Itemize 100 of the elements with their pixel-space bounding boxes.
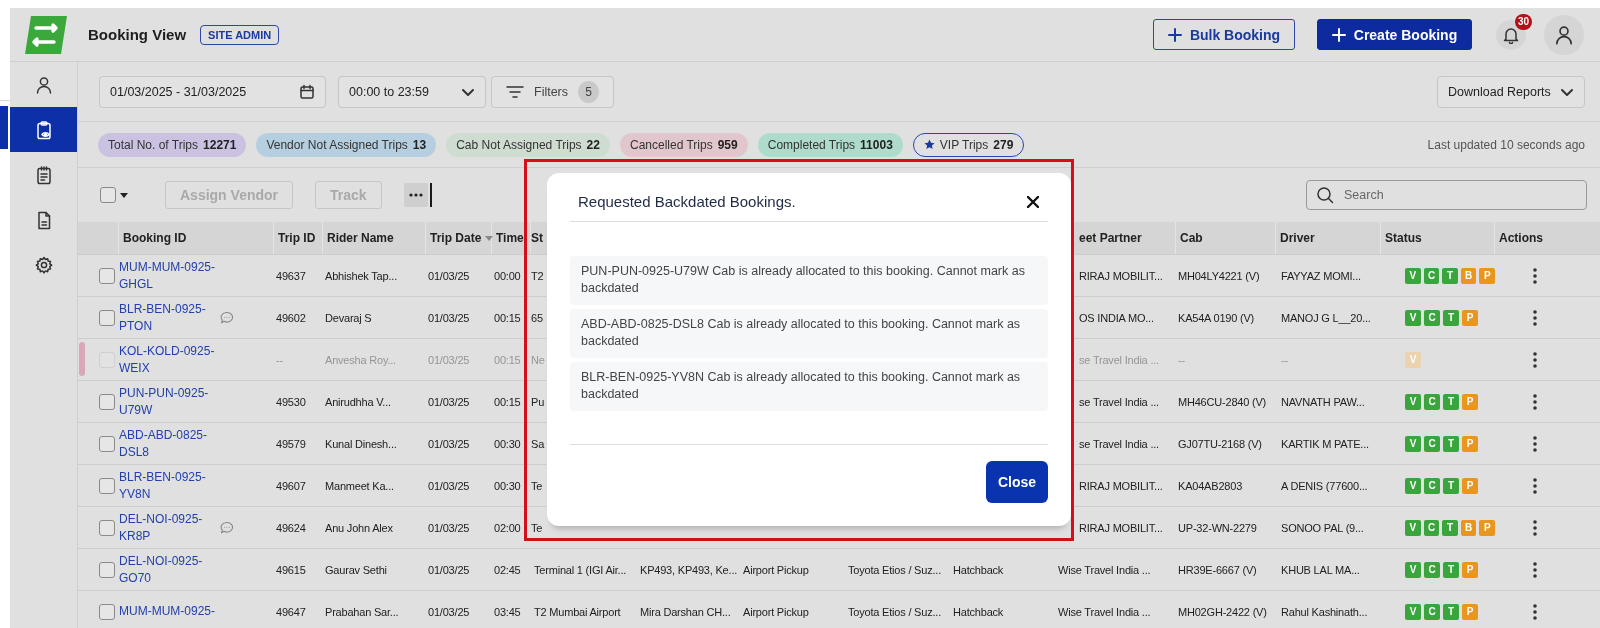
table-cell-text: UP-32-WN-2279 <box>1177 521 1258 534</box>
status-badge: T <box>1443 309 1459 326</box>
status-badge: V <box>1405 351 1421 368</box>
status-badge: C <box>1423 267 1440 284</box>
table-cell-text: Te <box>531 479 544 492</box>
sidebar-item[interactable] <box>10 107 77 152</box>
table-cell-text: MH02GH-2422 (V) <box>1177 605 1268 618</box>
table-cell-text: 49579 <box>275 437 307 450</box>
table-cell-text: Anvesha Roy... <box>324 353 397 366</box>
kebab-icon <box>1533 603 1537 620</box>
table-cell-text: Manmeet Ka... <box>324 479 395 492</box>
table-cell-text: 49637 <box>275 269 307 282</box>
date-range-field[interactable]: 01/03/2025 - 31/03/2025 <box>99 75 326 108</box>
table-cell-text: se Travel India ... <box>1078 437 1160 450</box>
stat-chip[interactable]: Total No. of Trips 12271 <box>98 132 247 157</box>
close-dialog-button[interactable]: Close <box>986 461 1048 503</box>
column-header: Trip Date <box>430 231 482 245</box>
create-booking-button[interactable]: Create Booking <box>1317 19 1472 50</box>
dialog-title: Requested Backdated Bookings. <box>578 193 796 210</box>
stat-chip[interactable]: Completed Trips 11003 <box>757 132 903 157</box>
more-button[interactable] <box>403 183 428 207</box>
table-cell-text: 01/03/25 <box>427 311 471 324</box>
kebab-icon <box>1533 435 1537 452</box>
status-badge: C <box>1424 477 1440 494</box>
select-all-checkbox[interactable] <box>100 187 116 203</box>
table-cell-text: KA04AB2803 <box>1177 479 1244 492</box>
row-checkbox[interactable] <box>99 603 115 620</box>
error-message: ABD-ABD-0825-DSL8 Cab is already allocated to this booking. Cannot mark as backdated <box>570 309 1048 358</box>
status-badge: P <box>1462 561 1478 578</box>
status-badge: T <box>1443 393 1459 410</box>
table-cell-text: 49530 <box>275 395 307 408</box>
table-cell-text: Toyota Etios / Suz... <box>847 563 942 576</box>
status-badge: T <box>1443 561 1459 578</box>
booking-link[interactable]: MUM-MUM-0925-GHGL <box>119 258 234 293</box>
notification-count: 30 <box>1514 13 1532 30</box>
filters-button[interactable]: Filters 5 <box>491 75 614 108</box>
table-cell-text: 01/03/25 <box>427 521 471 534</box>
column-header: Time <box>496 231 524 245</box>
time-range-dropdown[interactable]: 00:00 to 23:59 <box>338 75 486 108</box>
table-cell-text: 01/03/25 <box>427 437 471 450</box>
table-cell-text: FAYYAZ MOMI... <box>1280 269 1362 282</box>
search-field[interactable]: Search <box>1306 180 1587 210</box>
download-reports-dropdown[interactable]: Download Reports <box>1437 75 1585 108</box>
status-badge: V <box>1405 267 1421 284</box>
table-cell-text: 00:15 <box>493 395 522 408</box>
row-checkbox[interactable] <box>99 435 115 452</box>
bulk-booking-button[interactable]: Bulk Booking <box>1153 19 1295 50</box>
status-badge: V <box>1405 435 1421 452</box>
settings-icon <box>33 254 54 275</box>
row-checkbox[interactable] <box>99 393 115 410</box>
row-checkbox[interactable] <box>99 561 115 578</box>
table-cell-text: Te <box>531 521 544 534</box>
filter-count: 5 <box>578 80 599 103</box>
booking-link[interactable]: BLR-BEN-0925-PTON <box>119 300 211 335</box>
table-cell-text: 01/03/25 <box>427 269 471 282</box>
last-updated-text: Last updated 10 seconds ago <box>1427 137 1585 152</box>
column-header: Booking ID <box>123 231 187 245</box>
column-header: Status <box>1385 231 1422 245</box>
table-cell-text: RIRAJ MOBILIT... <box>1078 479 1164 492</box>
status-badge: C <box>1423 519 1440 536</box>
table-cell-text: 01/03/25 <box>427 353 471 366</box>
kebab-icon <box>1533 477 1537 494</box>
stat-chip[interactable]: Vendor Not Assigned Trips 13 <box>256 132 437 157</box>
table-cell-text: Airport Pickup <box>742 605 810 618</box>
stat-chip[interactable]: Cancelled Trips 959 <box>619 132 748 157</box>
caret-down-icon[interactable] <box>120 192 128 198</box>
status-badge: B <box>1460 267 1477 284</box>
stat-chip[interactable]: Cab Not Assigned Trips 22 <box>446 132 610 157</box>
booking-link[interactable]: ABD-ABD-0825-DSL8 <box>119 426 234 461</box>
kebab-icon <box>1533 267 1537 284</box>
table-cell-text: MANOJ G L__20... <box>1280 311 1372 324</box>
booking-link[interactable]: DEL-NOI-0925-KR8P <box>119 510 211 545</box>
status-badge: P <box>1462 393 1478 410</box>
status-badge: V <box>1405 309 1421 326</box>
row-checkbox[interactable] <box>99 519 115 536</box>
status-badge: V <box>1405 603 1421 620</box>
booking-link[interactable]: DEL-NOI-0925-GO70 <box>119 552 234 587</box>
booking-link[interactable]: KOL-KOLD-0925-WEIX <box>119 342 234 377</box>
table-cell-text: 02:00 <box>493 521 522 534</box>
table-cell-text: Hatchback <box>952 605 1005 618</box>
table-cell-text: Terminal 1 (IGI Air... <box>533 563 628 576</box>
table-cell-text: Sa <box>531 437 546 450</box>
status-badge: C <box>1424 393 1440 410</box>
table-cell-text: A DENIS (77600... <box>1280 479 1369 492</box>
table-cell-text: T2 Mumbai Airport <box>533 605 622 618</box>
booking-link[interactable]: PUN-PUN-0925-U79W <box>119 384 234 419</box>
profile-button[interactable] <box>1544 14 1584 55</box>
booking-link[interactable]: MUM-MUM-0925- <box>119 603 215 620</box>
row-checkbox[interactable] <box>99 267 115 284</box>
close-button[interactable] <box>1025 193 1041 210</box>
booking-link[interactable]: BLR-BEN-0925-YV8N <box>119 468 234 503</box>
table-cell-text: Abhishek Tap... <box>324 269 398 282</box>
page-title: Booking View <box>88 26 187 43</box>
row-checkbox[interactable] <box>99 477 115 494</box>
row-checkbox[interactable] <box>99 309 115 326</box>
column-header: Trip ID <box>278 231 316 245</box>
table-cell-text: 00:15 <box>493 353 522 366</box>
table-cell-text: 00:00 <box>493 269 522 282</box>
table-cell-text: se Travel India ... <box>1078 353 1160 366</box>
column-header: Driver <box>1280 231 1315 245</box>
